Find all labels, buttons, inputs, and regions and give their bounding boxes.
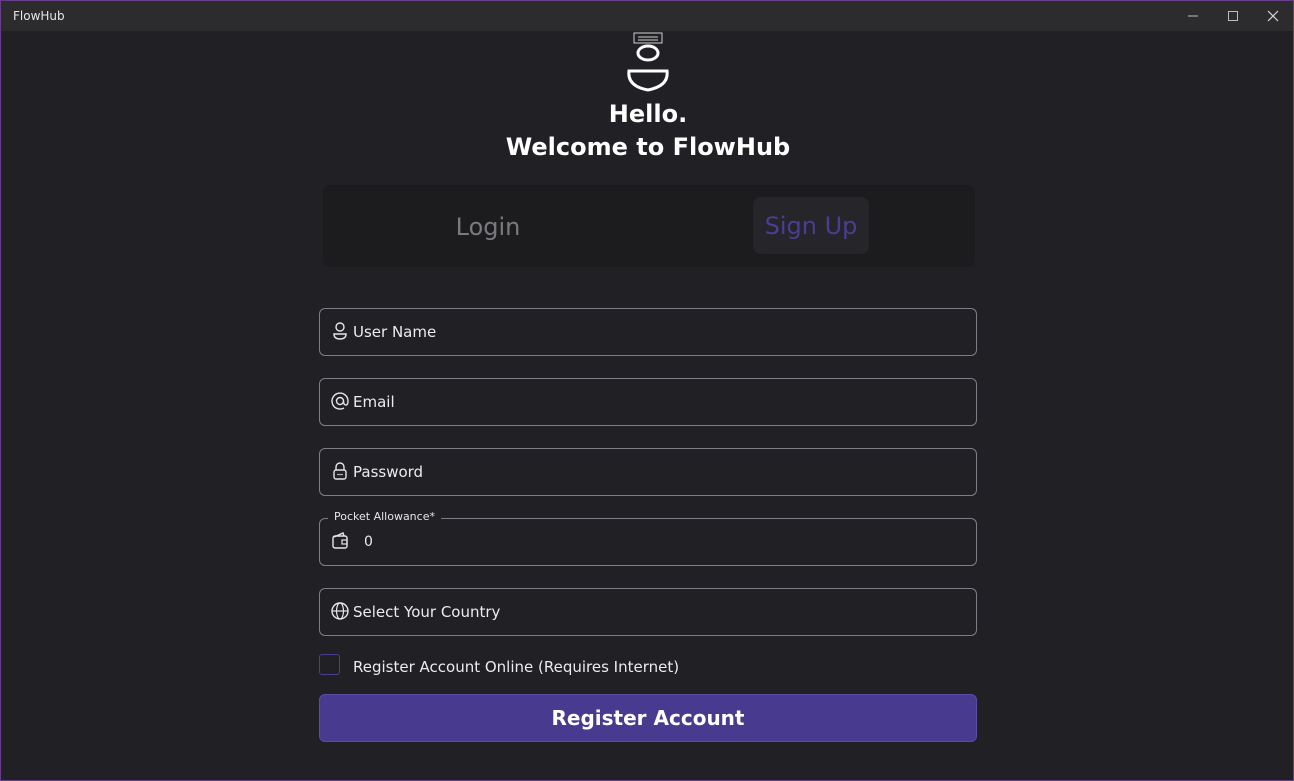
email-field[interactable]: Email: [319, 378, 977, 426]
password-placeholder: Password: [353, 463, 424, 481]
maximize-button[interactable]: [1213, 1, 1253, 31]
user-icon: [330, 321, 350, 341]
register-online-option: Register Account Online (Requires Intern…: [319, 654, 975, 678]
pocket-allowance-value: 0: [364, 534, 373, 550]
password-field[interactable]: Password: [319, 448, 977, 496]
minimize-icon: [1188, 15, 1198, 17]
globe-icon: [330, 601, 350, 621]
auth-tabs: Login Sign Up: [323, 185, 975, 267]
country-placeholder: Select Your Country: [353, 603, 501, 621]
window-title: FlowHub: [13, 9, 65, 23]
at-sign-icon: [330, 391, 350, 411]
close-icon: [1267, 10, 1279, 22]
user-avatar-icon: [625, 32, 671, 94]
username-field[interactable]: User Name: [319, 308, 977, 356]
welcome-heading: Welcome to FlowHub: [505, 133, 791, 161]
email-placeholder: Email: [353, 393, 395, 411]
close-button[interactable]: [1253, 1, 1293, 31]
pocket-allowance-label: Pocket Allowance*: [328, 510, 441, 523]
minimize-button[interactable]: [1173, 1, 1213, 31]
register-online-checkbox[interactable]: [319, 654, 340, 675]
country-select[interactable]: Select Your Country: [319, 588, 977, 636]
wallet-icon: [330, 531, 350, 551]
lock-icon: [330, 461, 350, 481]
username-placeholder: User Name: [353, 323, 437, 341]
pocket-allowance-field[interactable]: Pocket Allowance* 0: [319, 510, 977, 566]
register-account-button[interactable]: Register Account: [319, 694, 977, 742]
title-bar[interactable]: FlowHub: [1, 1, 1293, 31]
tab-login[interactable]: Login: [439, 199, 537, 255]
tab-sign-up[interactable]: Sign Up: [753, 197, 869, 254]
app-window: FlowHub Hello. Welcome to FlowHub Login …: [0, 0, 1294, 781]
maximize-icon: [1228, 11, 1238, 21]
greeting-heading: Hello.: [608, 100, 688, 128]
register-online-label[interactable]: Register Account Online (Requires Intern…: [353, 658, 679, 676]
